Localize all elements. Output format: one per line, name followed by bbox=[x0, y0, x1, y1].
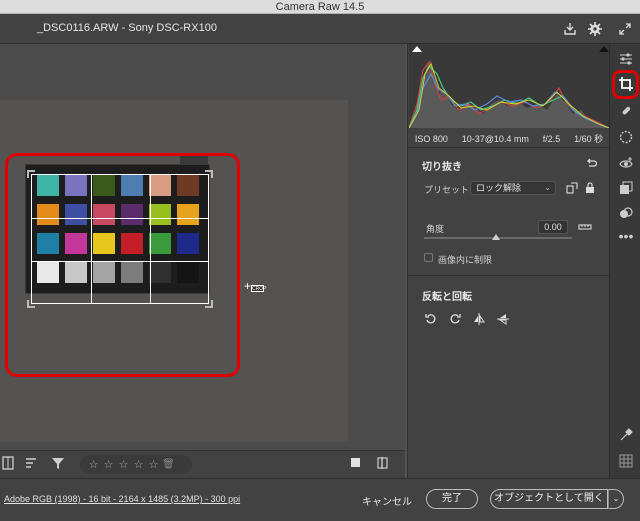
crop-section-title: 切り抜き bbox=[422, 162, 462, 173]
presets-icon[interactable] bbox=[617, 204, 635, 222]
healing-brush-icon[interactable] bbox=[617, 102, 635, 120]
angle-slider-thumb[interactable] bbox=[492, 234, 500, 240]
star-icon[interactable]: ☆ bbox=[86, 458, 101, 471]
preset-label: プリセット bbox=[424, 185, 470, 195]
reset-crop-icon[interactable] bbox=[584, 156, 598, 170]
flip-rotate-title: 反転と回転 bbox=[422, 292, 472, 303]
fullscreen-icon[interactable] bbox=[616, 20, 634, 38]
workflow-options-link[interactable]: Adobe RGB (1998) - 16 bit - 2164 x 1485 … bbox=[4, 494, 240, 504]
star-icon[interactable]: ☆ bbox=[131, 458, 146, 471]
chevron-down-icon: ⌄ bbox=[544, 183, 551, 192]
crop-tool-icon[interactable] bbox=[617, 75, 635, 93]
header: _DSC0116.ARW - Sony DSC-RX100 bbox=[0, 14, 640, 44]
grid-icon[interactable] bbox=[617, 452, 635, 470]
highlight-clipping-icon[interactable] bbox=[599, 46, 609, 52]
exif-iso: ISO 800 bbox=[414, 134, 448, 144]
lock-icon[interactable] bbox=[583, 181, 597, 195]
done-button[interactable]: 完了 bbox=[426, 489, 478, 509]
canvas-toolbar: ☆ ☆ ☆ ☆ ☆ 🗑 bbox=[0, 450, 405, 478]
flip-horizontal-icon[interactable] bbox=[472, 312, 486, 326]
image-canvas[interactable]: Sp + CROP bbox=[0, 44, 405, 450]
eyedropper-icon[interactable] bbox=[617, 426, 635, 444]
tool-strip: ••• bbox=[609, 44, 640, 478]
exif-lens: 10-37@10.4 mm bbox=[461, 134, 529, 144]
filmstrip-icon[interactable] bbox=[0, 456, 16, 472]
cancel-button[interactable]: キャンセル bbox=[362, 493, 412, 508]
gear-icon[interactable] bbox=[586, 20, 604, 38]
straighten-tool-icon[interactable] bbox=[578, 220, 592, 234]
angle-value[interactable]: 0.00 bbox=[538, 220, 568, 234]
annotation-highlight-crop bbox=[5, 153, 240, 377]
star-icon[interactable]: ☆ bbox=[101, 458, 116, 471]
exif-shutter: 1/60 秒 bbox=[574, 134, 604, 144]
flip-vertical-icon[interactable] bbox=[496, 312, 510, 326]
trash-icon[interactable]: 🗑 bbox=[161, 459, 176, 470]
window-title: Camera Raw 14.5 bbox=[0, 0, 640, 14]
sort-icon[interactable] bbox=[24, 456, 40, 472]
star-icon[interactable]: ☆ bbox=[146, 458, 161, 471]
star-icon[interactable]: ☆ bbox=[116, 458, 131, 471]
histogram bbox=[408, 44, 610, 129]
section-divider bbox=[408, 275, 610, 276]
rotate-aspect-icon[interactable] bbox=[565, 181, 579, 195]
exif-info: ISO 800 10-37@10.4 mm f/2.5 1/60 秒 bbox=[408, 130, 610, 148]
red-eye-icon[interactable] bbox=[617, 154, 635, 172]
mask-icon[interactable] bbox=[617, 128, 635, 146]
aspect-preset-select[interactable]: ロック解除 ⌄ bbox=[470, 181, 556, 195]
star-rating[interactable]: ☆ ☆ ☆ ☆ ☆ 🗑 bbox=[80, 455, 192, 474]
more-icon[interactable]: ••• bbox=[617, 227, 635, 245]
save-icon[interactable] bbox=[561, 20, 579, 38]
status-bar: Adobe RGB (1998) - 16 bit - 2164 x 1485 … bbox=[0, 478, 640, 521]
constrain-label: 画像内に制限 bbox=[438, 255, 493, 265]
before-after-icon[interactable] bbox=[374, 456, 390, 472]
open-options-chevron-icon[interactable]: ⌄ bbox=[608, 489, 624, 509]
angle-label: 角度 bbox=[426, 224, 445, 234]
cursor-crosshair-icon: + bbox=[244, 279, 252, 293]
background-square-icon[interactable] bbox=[347, 456, 363, 472]
rotate-left-icon[interactable] bbox=[424, 312, 438, 326]
rotate-right-icon[interactable] bbox=[448, 312, 462, 326]
constrain-checkbox[interactable] bbox=[424, 253, 433, 262]
snapshots-icon[interactable] bbox=[617, 179, 635, 197]
edit-panel: ISO 800 10-37@10.4 mm f/2.5 1/60 秒 切り抜き … bbox=[407, 44, 610, 478]
open-object-button[interactable]: オブジェクトとして開く bbox=[490, 489, 608, 509]
file-title: _DSC0116.ARW - Sony DSC-RX100 bbox=[37, 22, 217, 34]
exif-aperture: f/2.5 bbox=[542, 134, 561, 144]
filter-icon[interactable] bbox=[50, 456, 66, 472]
edit-sliders-icon[interactable] bbox=[617, 50, 635, 68]
shadow-clipping-icon[interactable] bbox=[412, 46, 422, 52]
cursor-tag: CROP bbox=[251, 285, 267, 292]
aspect-preset-value: ロック解除 bbox=[476, 183, 522, 193]
